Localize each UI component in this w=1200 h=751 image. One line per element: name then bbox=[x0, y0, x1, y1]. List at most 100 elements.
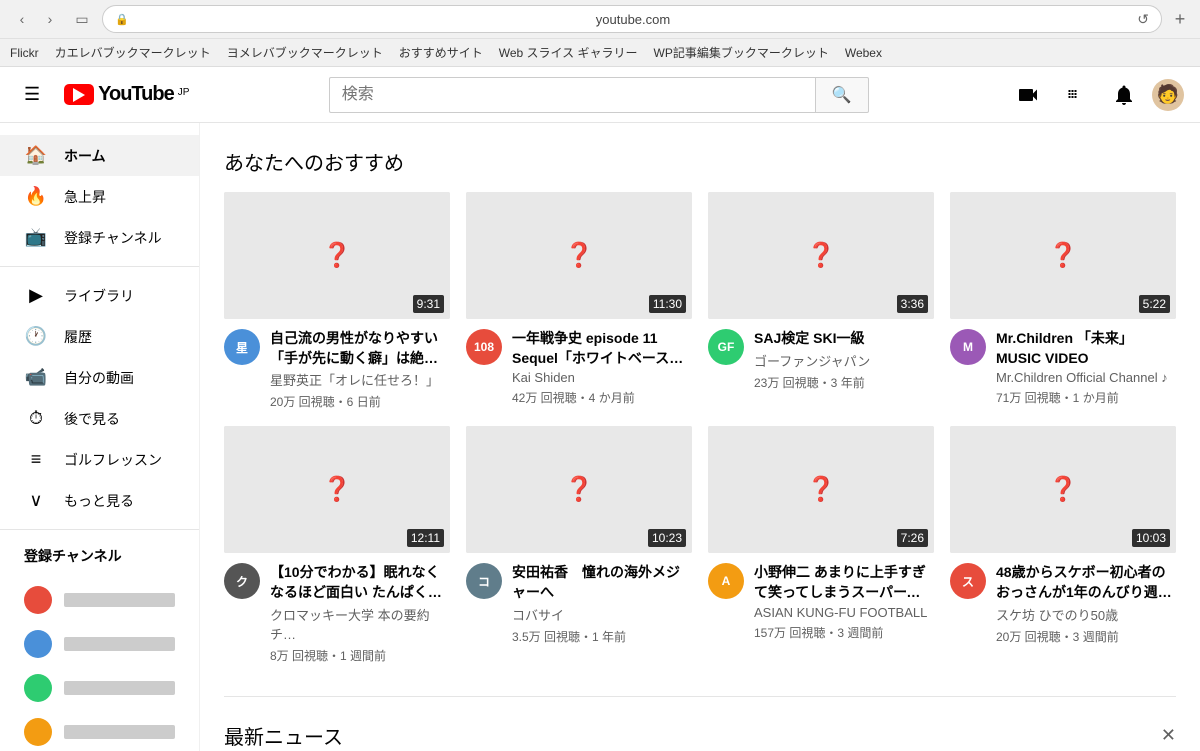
lock-icon: 🔒 bbox=[115, 13, 129, 26]
channel-item-2[interactable] bbox=[0, 622, 199, 666]
sidebar-trending-label: 急上昇 bbox=[64, 187, 106, 207]
video-thumbnail-6: ❓ 10:23 bbox=[466, 426, 692, 553]
video-title-5: 【10分でわかる】眠れなくなるほど面白い たんぱく質の話… bbox=[270, 563, 450, 602]
video-meta-8: 20万 回視聴・3 週間前 bbox=[996, 628, 1176, 645]
video-channel-avatar-5: ク bbox=[224, 563, 260, 599]
video-meta-4: 71万 回視聴・1 か月前 bbox=[996, 389, 1176, 406]
video-info-3: GF SAJ検定 SKI一級 ゴーファンジャパン 23万 回視聴・3 年前 bbox=[708, 329, 934, 391]
youtube-logo[interactable]: YouTubeJP bbox=[64, 83, 189, 106]
search-form: 🔍 bbox=[329, 77, 869, 113]
sidebar-item-more[interactable]: ∨ もっと見る bbox=[0, 480, 199, 521]
video-placeholder-icon-6: ❓ bbox=[564, 475, 594, 504]
bookmarks-bar: Flickr カエレバブックマークレット ヨメレバブックマークレット おすすめサ… bbox=[0, 38, 1200, 66]
video-thumbnail-8: ❓ 10:03 bbox=[950, 426, 1176, 553]
video-meta-2: 42万 回視聴・4 か月前 bbox=[512, 389, 692, 406]
video-channel-avatar-1: 星 bbox=[224, 329, 260, 365]
video-card-2[interactable]: ❓ 11:30 108 一年戦争史 episode 11 Sequel「ホワイト… bbox=[466, 192, 692, 410]
back-button[interactable]: ‹ bbox=[10, 7, 34, 31]
bookmark-kaereba[interactable]: カエレバブックマークレット bbox=[55, 44, 211, 61]
forward-button[interactable]: › bbox=[38, 7, 62, 31]
channel-item-4[interactable] bbox=[0, 710, 199, 751]
channel-avatar-3 bbox=[24, 674, 52, 702]
video-card-5[interactable]: ❓ 12:11 ク 【10分でわかる】眠れなくなるほど面白い たんぱく質の話… … bbox=[224, 426, 450, 663]
sidebar-item-trending[interactable]: 🔥 急上昇 bbox=[0, 176, 199, 217]
sidebar-home-label: ホーム bbox=[64, 146, 106, 166]
video-card-7[interactable]: ❓ 7:26 A 小野伸二 あまりに上手すぎて笑ってしまうスーパープレー集… A… bbox=[708, 426, 934, 663]
video-channel-name-3: ゴーファンジャパン bbox=[754, 351, 934, 370]
avatar-icon: 🧑 bbox=[1157, 84, 1179, 105]
sidebar-item-history[interactable]: 🕐 履歴 bbox=[0, 316, 199, 357]
sidebar-item-subscriptions[interactable]: 📺 登録チャンネル bbox=[0, 217, 199, 258]
video-details-3: SAJ検定 SKI一級 ゴーファンジャパン 23万 回視聴・3 年前 bbox=[754, 329, 934, 391]
video-details-5: 【10分でわかる】眠れなくなるほど面白い たんぱく質の話… クロマッキー大学 本… bbox=[270, 563, 450, 663]
video-channel-avatar-3: GF bbox=[708, 329, 744, 365]
video-title-7: 小野伸二 あまりに上手すぎて笑ってしまうスーパープレー集… bbox=[754, 563, 934, 602]
video-info-5: ク 【10分でわかる】眠れなくなるほど面白い たんぱく質の話… クロマッキー大学… bbox=[224, 563, 450, 663]
upload-video-button[interactable] bbox=[1008, 75, 1048, 115]
video-placeholder-icon-3: ❓ bbox=[806, 241, 836, 270]
subscriptions-title: 登録チャンネル bbox=[0, 538, 199, 574]
video-card-6[interactable]: ❓ 10:23 コ 安田祐香 憧れの海外メジャーへ コバサイ 3.5万 回視聴・… bbox=[466, 426, 692, 663]
menu-button[interactable]: ☰ bbox=[16, 76, 48, 113]
search-input[interactable] bbox=[329, 77, 815, 113]
video-placeholder-icon-2: ❓ bbox=[564, 241, 594, 270]
channel-name-1 bbox=[64, 593, 175, 607]
apps-button[interactable] bbox=[1056, 75, 1096, 115]
video-card-3[interactable]: ❓ 3:36 GF SAJ検定 SKI一級 ゴーファンジャパン 23万 回視聴・… bbox=[708, 192, 934, 410]
video-card-4[interactable]: ❓ 5:22 M Mr.Children 「未来」 MUSIC VIDEO Mr… bbox=[950, 192, 1176, 410]
bookmark-yomereba[interactable]: ヨメレバブックマークレット bbox=[227, 44, 383, 61]
sidebar-item-golf[interactable]: ≡ ゴルフレッスン bbox=[0, 439, 199, 480]
video-title-8: 48歳からスケボー初心者のおっさんが1年のんびり週１でやっ… bbox=[996, 563, 1176, 602]
video-details-8: 48歳からスケボー初心者のおっさんが1年のんびり週１でやっ… スケ坊 ひでのり5… bbox=[996, 563, 1176, 644]
reload-button[interactable]: ↺ bbox=[1137, 11, 1149, 28]
sidebar-item-home[interactable]: 🏠 ホーム bbox=[0, 135, 199, 176]
search-button[interactable]: 🔍 bbox=[815, 77, 869, 113]
user-avatar[interactable]: 🧑 bbox=[1152, 79, 1184, 111]
youtube-jp: JP bbox=[178, 87, 190, 98]
sidebar-subscriptions-label: 登録チャンネル bbox=[64, 228, 162, 248]
bookmark-web-slice[interactable]: Web スライス ギャラリー bbox=[499, 44, 638, 61]
minimize-button[interactable]: ▭ bbox=[70, 9, 94, 29]
chevron-down-icon: ∨ bbox=[24, 490, 48, 511]
video-channel-name-7: ASIAN KUNG-FU FOOTBALL bbox=[754, 605, 934, 620]
video-title-4: Mr.Children 「未来」 MUSIC VIDEO bbox=[996, 329, 1176, 368]
youtube-logo-icon bbox=[64, 84, 94, 105]
bookmark-wp[interactable]: WP記事編集ブックマークレット bbox=[654, 44, 829, 61]
my-videos-icon: 📹 bbox=[24, 367, 48, 388]
address-bar[interactable]: 🔒 youtube.com ↺ bbox=[102, 5, 1162, 33]
channel-item-3[interactable] bbox=[0, 666, 199, 710]
sidebar-item-my-videos[interactable]: 📹 自分の動画 bbox=[0, 357, 199, 398]
browser-chrome: ‹ › ▭ 🔒 youtube.com ↺ + Flickr カエレバブックマー… bbox=[0, 0, 1200, 67]
news-section-header: 最新ニュース ✕ bbox=[224, 721, 1176, 750]
video-thumbnail-7: ❓ 7:26 bbox=[708, 426, 934, 553]
main-layout: 🏠 ホーム 🔥 急上昇 📺 登録チャンネル ▶ ライブラリ 🕐 履歴 bbox=[0, 123, 1200, 751]
watch-later-icon: ⏱ bbox=[24, 408, 48, 429]
video-info-2: 108 一年戦争史 episode 11 Sequel「ホワイトベース隊の… K… bbox=[466, 329, 692, 406]
video-duration-6: 10:23 bbox=[648, 529, 686, 547]
video-meta-7: 157万 回視聴・3 週間前 bbox=[754, 624, 934, 641]
channel-avatar-2 bbox=[24, 630, 52, 658]
video-card-1[interactable]: ❓ 9:31 星 自己流の男性がなりやすい「手が先に動く癖」は絶対に治し… 星野… bbox=[224, 192, 450, 410]
bookmark-osusume[interactable]: おすすめサイト bbox=[399, 44, 483, 61]
news-close-button[interactable]: ✕ bbox=[1161, 725, 1176, 746]
bookmark-webex[interactable]: Webex bbox=[845, 46, 882, 60]
new-tab-button[interactable]: + bbox=[1170, 9, 1190, 29]
home-icon: 🏠 bbox=[24, 145, 48, 166]
video-details-2: 一年戦争史 episode 11 Sequel「ホワイトベース隊の… Kai S… bbox=[512, 329, 692, 406]
video-card-8[interactable]: ❓ 10:03 ス 48歳からスケボー初心者のおっさんが1年のんびり週１でやっ…… bbox=[950, 426, 1176, 663]
channel-list bbox=[0, 574, 199, 751]
bookmark-flickr[interactable]: Flickr bbox=[10, 46, 39, 60]
notifications-button[interactable] bbox=[1104, 75, 1144, 115]
channel-item-1[interactable] bbox=[0, 578, 199, 622]
video-channel-name-5: クロマッキー大学 本の要約チ… bbox=[270, 605, 450, 643]
sidebar-item-library[interactable]: ▶ ライブラリ bbox=[0, 275, 199, 316]
video-meta-5: 8万 回視聴・1 週間前 bbox=[270, 647, 450, 664]
video-channel-avatar-2: 108 bbox=[466, 329, 502, 365]
video-thumbnail-3: ❓ 3:36 bbox=[708, 192, 934, 319]
sidebar-divider-1 bbox=[0, 266, 199, 267]
video-duration-1: 9:31 bbox=[413, 295, 444, 313]
channel-avatar-1 bbox=[24, 586, 52, 614]
sidebar-item-watch-later[interactable]: ⏱ 後で見る bbox=[0, 398, 199, 439]
channel-avatar-4 bbox=[24, 718, 52, 746]
video-thumbnail-1: ❓ 9:31 bbox=[224, 192, 450, 319]
